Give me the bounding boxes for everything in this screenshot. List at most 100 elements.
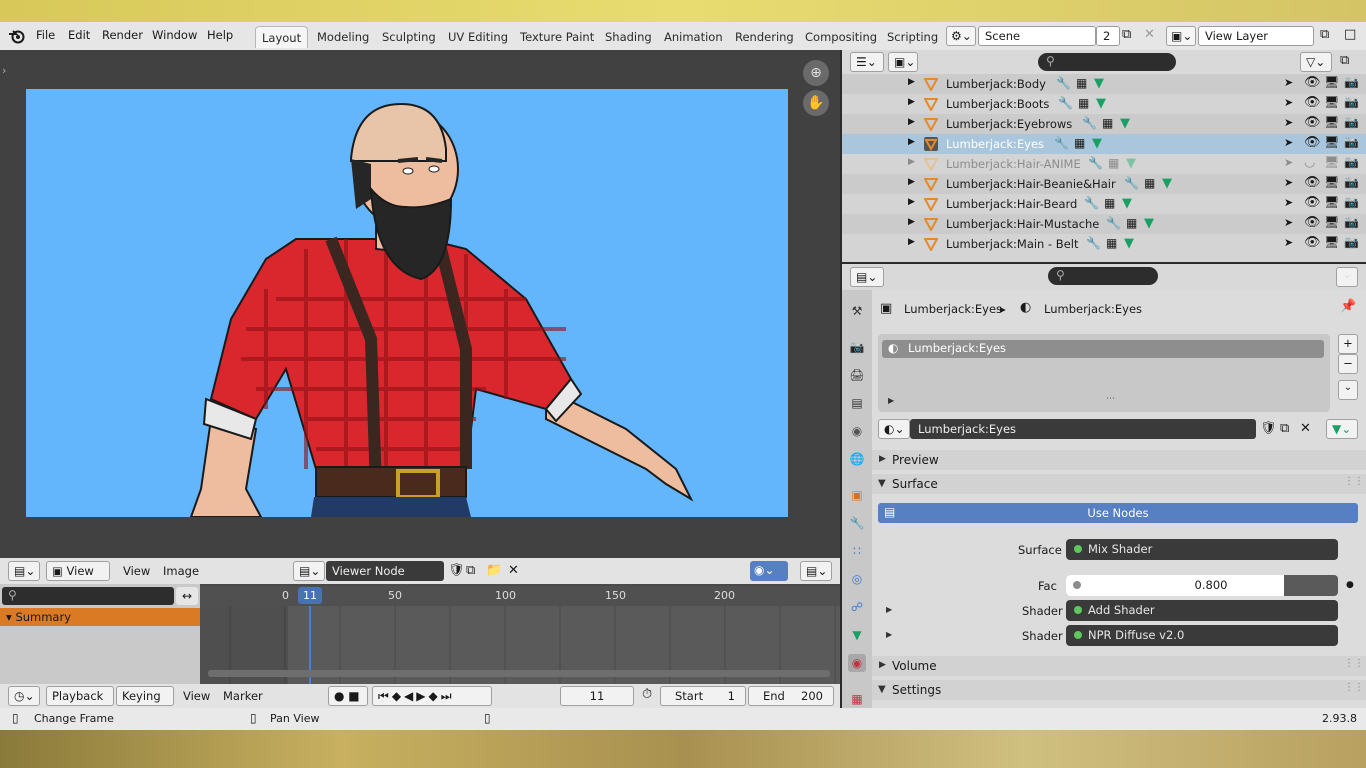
drag-grip-icon[interactable]: ⋮⋮: [1344, 476, 1364, 487]
shader2-field[interactable]: NPR Diffuse v2.0: [1066, 625, 1338, 646]
tool-tab-icon[interactable]: ⚒: [848, 302, 866, 320]
display-channels-icon[interactable]: ◉⌄: [750, 561, 788, 581]
options-chevron-icon[interactable]: ⌄: [1336, 267, 1358, 287]
render-camera-icon[interactable]: 📷: [1344, 155, 1359, 169]
timeline-search-field[interactable]: ⚲: [2, 587, 174, 605]
expand-arrow-icon[interactable]: ▶: [908, 117, 915, 127]
tab-modeling[interactable]: Modeling: [311, 26, 375, 48]
select-arrow-icon[interactable]: ➤: [1284, 216, 1293, 229]
mesh-data-icon[interactable]: ▼: [1122, 196, 1132, 211]
modifier-wrench-icon[interactable]: 🔧: [1086, 236, 1101, 250]
material-name-field[interactable]: Lumberjack:Eyes: [910, 419, 1256, 439]
outliner-row-label[interactable]: Lumberjack:Hair-Mustache: [946, 217, 1099, 231]
next-keyframe-icon[interactable]: ◆: [429, 689, 441, 703]
object-data-tab-icon[interactable]: ▼: [848, 626, 866, 644]
expand-arrow-icon[interactable]: ▶: [908, 77, 915, 87]
menu-window[interactable]: Window: [152, 28, 197, 42]
remove-view-layer-icon[interactable]: □: [1344, 27, 1356, 42]
outliner-row-selected[interactable]: ▶ Lumberjack:Eyes 🔧 ▦ ▼ ➤ 👁 🖥 📷: [842, 134, 1366, 154]
image-browse-icon[interactable]: ▤⌄: [293, 561, 325, 581]
expand-arrow-icon[interactable]: ▶: [908, 237, 915, 247]
tab-shading[interactable]: Shading: [599, 26, 658, 48]
viewport-monitor-icon[interactable]: 🖥: [1324, 135, 1339, 149]
tab-animation[interactable]: Animation: [658, 26, 729, 48]
scene-tab-icon[interactable]: ◉: [848, 422, 866, 440]
viewport-monitor-icon[interactable]: 🖥: [1324, 215, 1339, 229]
timeline-editor-type-icon[interactable]: ◷⌄: [8, 686, 40, 706]
modifier-wrench-icon[interactable]: 🔧: [1106, 216, 1121, 230]
close-image-icon[interactable]: ✕: [508, 563, 519, 578]
menu-marker[interactable]: Marker: [223, 689, 263, 703]
material-tab-icon[interactable]: ◉: [848, 654, 866, 672]
overlays-icon[interactable]: ▤⌄: [800, 561, 832, 581]
editor-type-icon[interactable]: ▤⌄: [8, 561, 40, 581]
properties-search-field[interactable]: ⚲: [1048, 267, 1158, 285]
new-collection-icon[interactable]: ⧉: [1340, 53, 1349, 68]
outliner-row-label[interactable]: Lumberjack:Body: [946, 77, 1046, 91]
outliner-row-label[interactable]: Lumberjack:Hair-Beard: [946, 197, 1077, 211]
select-arrow-icon[interactable]: ➤: [1284, 236, 1293, 249]
link-mode-icon[interactable]: ▼⌄: [1326, 419, 1358, 439]
menu-image[interactable]: Image: [163, 564, 199, 578]
drag-grip-icon[interactable]: ⋮⋮: [1344, 658, 1364, 669]
physics-tab-icon[interactable]: ◎: [848, 570, 866, 588]
play-icon[interactable]: ▶: [416, 689, 428, 703]
outliner-row[interactable]: ▶ Lumberjack:Main - Belt 🔧 ▦ ▼ ➤ 👁 🖥 📷: [842, 234, 1366, 254]
swap-arrows-icon[interactable]: ↔: [176, 587, 198, 605]
modifier-wrench-icon[interactable]: 🔧: [1082, 116, 1097, 130]
render-camera-icon[interactable]: 📷: [1344, 95, 1359, 109]
tab-rendering[interactable]: Rendering: [729, 26, 800, 48]
render-camera-icon[interactable]: 📷: [1344, 175, 1359, 189]
mesh-data-icon[interactable]: ▼: [1094, 76, 1104, 91]
properties-editor-type-icon[interactable]: ▤⌄: [850, 267, 884, 287]
menu-render[interactable]: Render: [102, 28, 143, 42]
playback-dropdown[interactable]: Playback ⌄: [46, 686, 114, 717]
select-arrow-icon[interactable]: ➤: [1284, 176, 1293, 189]
unlink-scene-icon[interactable]: ✕: [1144, 27, 1155, 42]
menu-view[interactable]: View: [183, 689, 210, 703]
pan-hand-icon[interactable]: ✋: [803, 90, 829, 116]
summary-channel[interactable]: ▾ Summary: [0, 608, 200, 626]
modifier-tab-icon[interactable]: 🔧: [848, 514, 866, 532]
texture-tab-icon[interactable]: ▦: [848, 690, 866, 708]
mesh-data-icon[interactable]: ▼: [1124, 236, 1134, 251]
mesh-data-icon[interactable]: ▼: [1162, 176, 1172, 191]
visibility-eye-icon[interactable]: 👁: [1304, 235, 1321, 250]
zoom-icon[interactable]: ⊕: [803, 60, 829, 86]
outliner-row[interactable]: ▶ Lumberjack:Body 🔧 ▦ ▼ ➤ 👁 🖥 📷: [842, 74, 1366, 94]
outliner-row-label[interactable]: Lumberjack:Main - Belt: [946, 237, 1078, 251]
modifier-wrench-icon[interactable]: 🔧: [1124, 176, 1139, 190]
viewport-monitor-icon[interactable]: 🖥: [1324, 195, 1339, 209]
outliner-row-hidden[interactable]: ▶ Lumberjack:Hair-ANIME 🔧 ▦ ▼ ➤ ◡ 🖥 📷: [842, 154, 1366, 174]
prev-keyframe-icon[interactable]: ◆: [392, 689, 404, 703]
outliner-row-label[interactable]: Lumberjack:Hair-Beanie&Hair: [946, 177, 1116, 191]
visibility-eye-icon[interactable]: 👁: [1304, 195, 1321, 210]
outliner-row-label[interactable]: Lumberjack:Eyebrows: [946, 117, 1072, 131]
current-frame-field[interactable]: 11: [560, 686, 634, 706]
play-reverse-icon[interactable]: ◀: [404, 689, 416, 703]
scene-users-count[interactable]: 2: [1096, 26, 1120, 46]
view-layer-tab-icon[interactable]: ▤: [848, 394, 866, 412]
tab-uv-editing[interactable]: UV Editing: [442, 26, 514, 48]
drag-grip-icon[interactable]: ⋮⋮: [1344, 682, 1364, 693]
render-camera-icon[interactable]: 📷: [1344, 75, 1359, 89]
select-arrow-icon[interactable]: ➤: [1284, 96, 1293, 109]
visibility-eye-icon[interactable]: 👁: [1304, 135, 1321, 150]
expand-arrow-icon[interactable]: ▶: [886, 605, 892, 614]
modifier-wrench-icon[interactable]: 🔧: [1054, 136, 1069, 150]
surface-panel-header[interactable]: ▼ Surface ⋮⋮: [872, 474, 1366, 494]
render-camera-icon[interactable]: 📷: [1344, 215, 1359, 229]
scene-name-field[interactable]: Scene: [978, 26, 1096, 46]
keyframe-dot-icon[interactable]: ●: [1346, 580, 1354, 590]
expand-arrow-icon[interactable]: ▶: [908, 137, 915, 147]
outliner-row[interactable]: ▶ Lumberjack:Hair-Beard 🔧 ▦ ▼ ➤ 👁 🖥 📷: [842, 194, 1366, 214]
viewer-node-field[interactable]: Viewer Node: [326, 561, 444, 581]
select-arrow-icon[interactable]: ➤: [1284, 156, 1293, 169]
tab-sculpting[interactable]: Sculpting: [376, 26, 442, 48]
menu-file[interactable]: File: [36, 28, 55, 42]
object-tab-icon[interactable]: ▣: [848, 486, 866, 504]
scene-browse-icon[interactable]: ⚙⌄: [946, 26, 976, 46]
viewport-monitor-icon[interactable]: 🖥: [1324, 175, 1339, 189]
remove-slot-icon[interactable]: −: [1338, 354, 1358, 374]
outliner-search-field[interactable]: ⚲: [1038, 53, 1176, 71]
